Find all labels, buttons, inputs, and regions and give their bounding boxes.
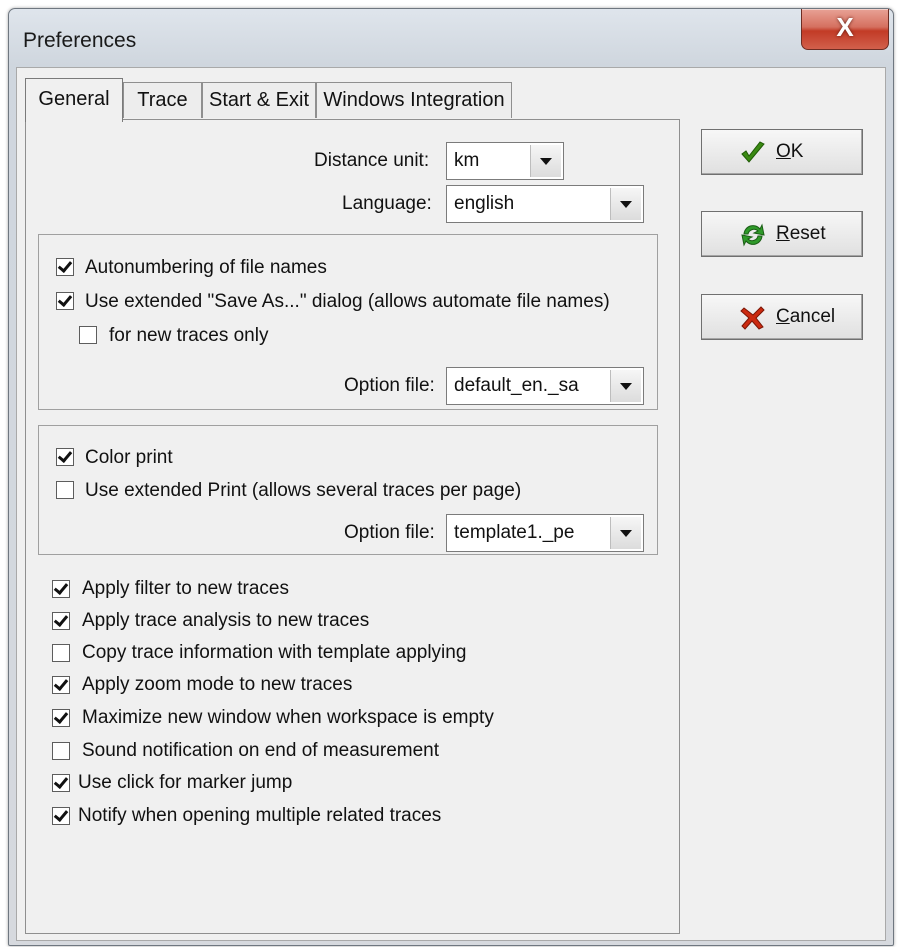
tab-general-label: General — [38, 88, 110, 110]
sound-notification-checkbox[interactable] — [52, 742, 70, 760]
copy-trace-info-checkbox[interactable] — [52, 644, 70, 662]
marker-jump-label[interactable]: Use click for marker jump — [78, 772, 292, 794]
cancel-button[interactable]: Cancel — [701, 294, 863, 340]
autonumbering-label[interactable]: Autonumbering of file names — [85, 257, 327, 279]
color-print-label[interactable]: Color print — [85, 447, 173, 469]
dropdown-arrow-icon[interactable] — [610, 370, 641, 402]
apply-filter-label[interactable]: Apply filter to new traces — [82, 578, 289, 600]
dropdown-arrow-icon[interactable] — [610, 517, 641, 549]
autonumbering-checkbox[interactable] — [56, 258, 74, 276]
window-title: Preferences — [23, 29, 137, 52]
save-option-file-select[interactable]: default_en._sa — [446, 367, 644, 405]
color-print-checkbox[interactable] — [56, 448, 74, 466]
title-bar[interactable]: Preferences X — [9, 9, 893, 67]
language-select[interactable]: english — [446, 185, 644, 223]
apply-filter-checkbox[interactable] — [52, 580, 70, 598]
print-option-file-select[interactable]: template1._pe — [446, 514, 644, 552]
reset-button-label: Reset — [776, 223, 826, 245]
checkmark-icon — [741, 141, 765, 163]
cancel-mnemonic: C — [776, 306, 790, 327]
distance-unit-select[interactable]: km — [446, 142, 564, 180]
tab-general[interactable]: General — [25, 78, 123, 122]
preferences-window: Preferences X General Trace Start & Exit… — [8, 8, 894, 946]
extended-save-checkbox[interactable] — [56, 292, 74, 310]
save-option-file-label: Option file: — [344, 375, 435, 396]
marker-jump-checkbox[interactable] — [52, 774, 70, 792]
notify-related-label[interactable]: Notify when opening multiple related tra… — [78, 805, 441, 827]
save-option-file-value: default_en._sa — [454, 375, 579, 396]
language-value: english — [454, 193, 515, 214]
red-x-icon — [740, 306, 765, 330]
ok-button[interactable]: OK — [701, 129, 863, 175]
copy-trace-info-label[interactable]: Copy trace information with template app… — [82, 642, 466, 664]
tab-start-exit-label: Start & Exit — [208, 89, 310, 111]
notify-related-checkbox[interactable] — [52, 807, 70, 825]
reset-button[interactable]: Reset — [701, 211, 863, 257]
tab-trace-label: Trace — [137, 89, 188, 111]
apply-zoom-label[interactable]: Apply zoom mode to new traces — [82, 674, 352, 696]
dialog-client-area: General Trace Start & Exit Windows Integ… — [16, 67, 886, 941]
tab-start-exit[interactable]: Start & Exit — [202, 82, 316, 118]
cancel-label-rest: ancel — [789, 306, 836, 327]
new-traces-only-label[interactable]: for new traces only — [109, 325, 268, 347]
tab-trace[interactable]: Trace — [123, 82, 202, 118]
close-icon: X — [836, 12, 854, 42]
maximize-window-label[interactable]: Maximize new window when workspace is em… — [82, 707, 494, 729]
extended-print-checkbox[interactable] — [56, 481, 74, 499]
apply-analysis-checkbox[interactable] — [52, 612, 70, 630]
ok-label-rest: K — [790, 141, 804, 162]
apply-analysis-label[interactable]: Apply trace analysis to new traces — [82, 610, 369, 632]
apply-zoom-checkbox[interactable] — [52, 676, 70, 694]
extended-save-label[interactable]: Use extended "Save As..." dialog (allows… — [85, 291, 610, 313]
general-tab-panel: Distance unit: km Language: english Auto… — [25, 119, 680, 934]
close-button[interactable]: X — [801, 9, 889, 50]
ok-button-label: OK — [776, 141, 803, 163]
tab-windows-integration[interactable]: Windows Integration — [316, 82, 512, 118]
print-options-group: Color print Use extended Print (allows s… — [38, 425, 658, 555]
print-option-file-value: template1._pe — [454, 522, 575, 543]
print-option-file-label: Option file: — [344, 522, 435, 543]
refresh-icon — [741, 223, 765, 247]
new-traces-only-checkbox[interactable] — [79, 326, 97, 344]
cancel-button-label: Cancel — [776, 306, 835, 328]
language-label: Language: — [342, 193, 432, 214]
reset-label-rest: eset — [789, 223, 826, 244]
reset-mnemonic: R — [776, 223, 790, 244]
dropdown-arrow-icon[interactable] — [530, 145, 561, 177]
tab-windows-integration-label: Windows Integration — [323, 89, 505, 111]
dropdown-arrow-icon[interactable] — [610, 188, 641, 220]
extended-print-label[interactable]: Use extended Print (allows several trace… — [85, 480, 521, 502]
sound-notification-label[interactable]: Sound notification on end of measurement — [82, 740, 439, 762]
maximize-window-checkbox[interactable] — [52, 709, 70, 727]
distance-unit-label: Distance unit: — [314, 150, 430, 171]
save-options-group: Autonumbering of file names Use extended… — [38, 234, 658, 410]
ok-mnemonic: O — [776, 141, 791, 162]
distance-unit-value: km — [454, 150, 480, 171]
